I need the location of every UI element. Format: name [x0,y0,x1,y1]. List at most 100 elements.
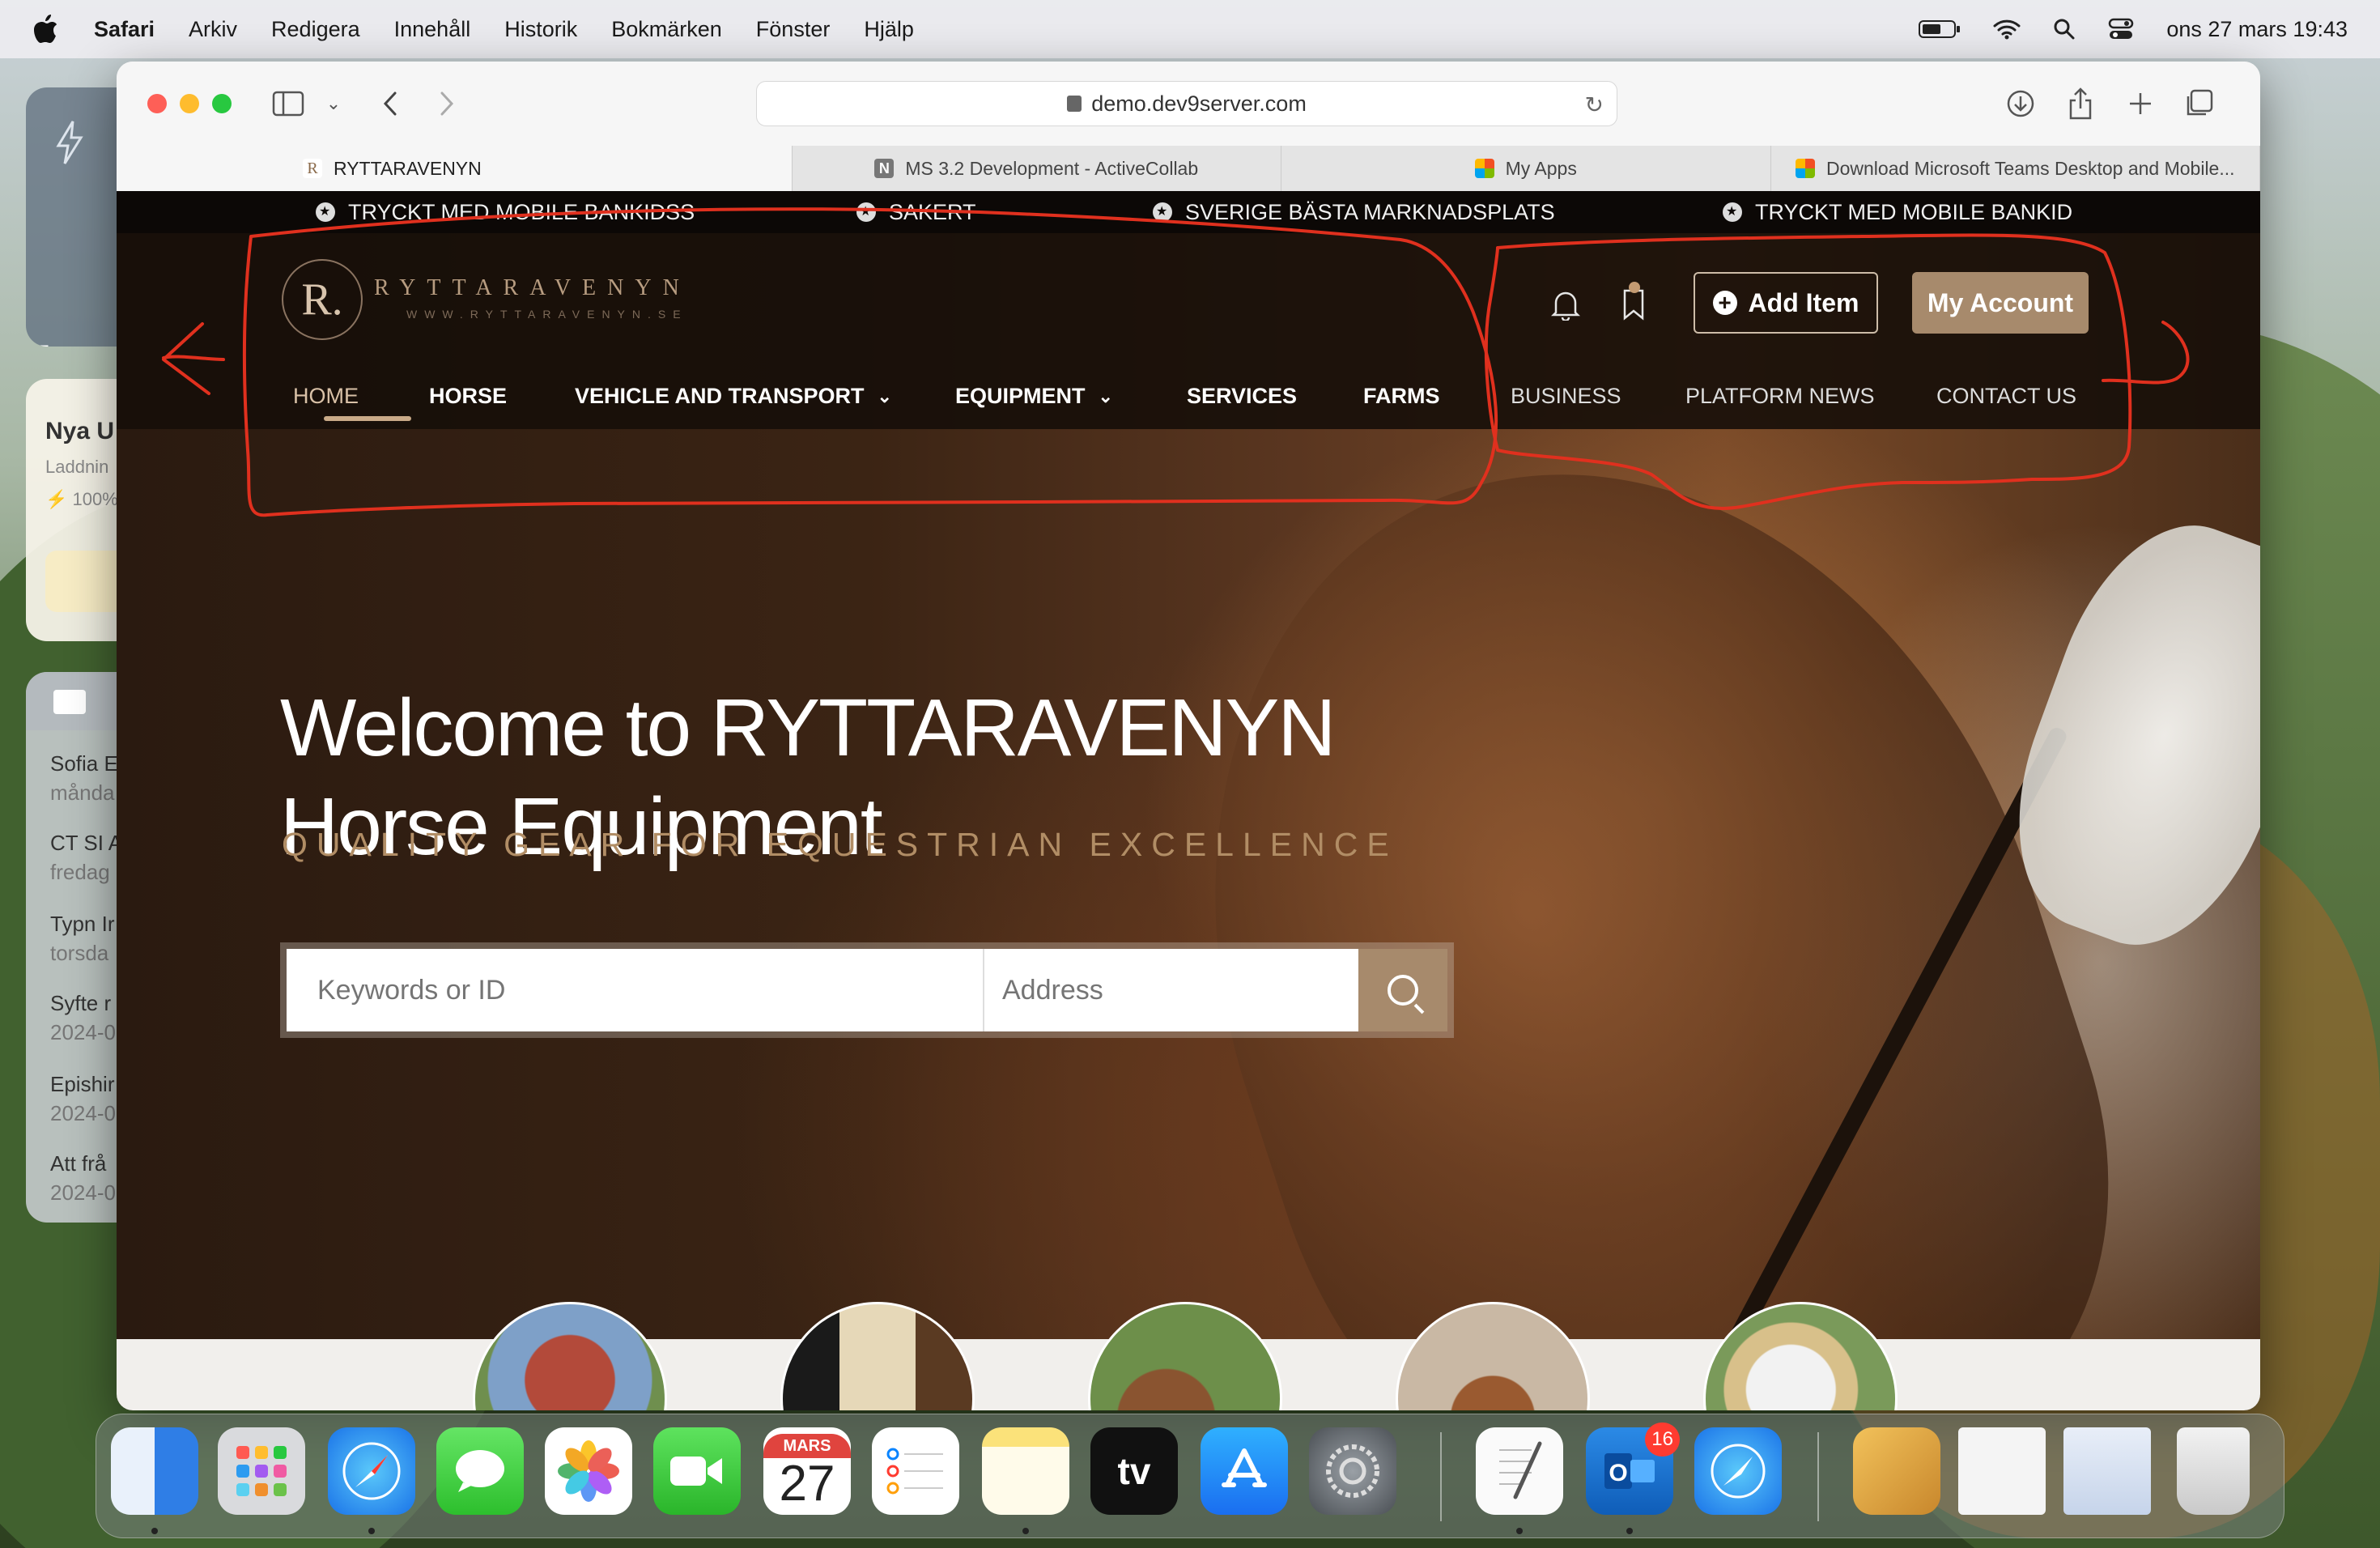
list-item[interactable]: Sofia E [50,751,118,776]
reminders-icon[interactable] [872,1427,959,1515]
nav-equipment[interactable]: EQUIPMENT ⌄ [955,384,1113,409]
list-item[interactable]: Att frå [50,1151,106,1176]
dock-separator [1440,1432,1442,1521]
list-item[interactable]: CT SI A [50,831,122,856]
menu-bar-clock[interactable]: ons 27 mars 19:43 [2166,17,2348,42]
app-store-icon[interactable] [1201,1427,1288,1515]
menu-hjalp[interactable]: Hjälp [864,17,914,42]
my-account-button[interactable]: My Account [1912,272,2089,334]
reload-icon[interactable]: ↻ [1585,91,1604,118]
tab-microsoft-teams[interactable]: Download Microsoft Teams Desktop and Mob… [1771,146,2260,191]
notification-bell-icon[interactable] [1548,285,1583,324]
menu-bokmarken[interactable]: Bokmärken [611,17,722,42]
star-badge-icon [1153,202,1172,222]
downloads-icon[interactable] [2003,86,2038,121]
wifi-icon[interactable] [1993,19,2021,40]
add-item-label: Add Item [1748,287,1859,317]
control-center-icon[interactable] [2108,18,2134,40]
menu-redigera[interactable]: Redigera [271,17,360,42]
announcement-strip: TRYCKT MED MOBILE BANKIDSS SAKERT SVERIG… [117,191,2260,233]
list-item-date: månda [50,780,115,805]
widget-title: Nya U [45,418,115,444]
spotlight-search-icon[interactable] [2053,18,2076,40]
tab-label: MS 3.2 Development - ActiveCollab [905,157,1199,179]
nav-services[interactable]: SERVICES [1187,384,1297,409]
messages-icon[interactable] [436,1427,524,1515]
notes-icon[interactable] [982,1427,1069,1534]
nav-farms[interactable]: FARMS [1363,384,1440,409]
list-item[interactable]: Typn Ir [50,912,114,937]
system-settings-icon[interactable] [1309,1427,1396,1515]
app-menu-safari[interactable]: Safari [94,17,155,42]
trash-icon[interactable] [2177,1427,2250,1515]
screenshot-icon[interactable] [2063,1427,2151,1515]
web-page: TRYCKT MED MOBILE BANKIDSS SAKERT SVERIG… [117,191,2260,1410]
menu-historik[interactable]: Historik [504,17,577,42]
nav-vehicle-and-transport[interactable]: VEHICLE AND TRANSPORT ⌄ [575,384,892,409]
ryttaravenyn-favicon-icon: R [303,159,322,178]
list-item-date: 2024-0 [50,1180,116,1205]
installer-icon[interactable] [1853,1427,1940,1515]
forward-arrow-icon[interactable] [429,86,465,121]
safari-technology-preview-icon[interactable] [1694,1427,1782,1515]
svg-text:O: O [1609,1460,1627,1486]
launchpad-icon[interactable] [218,1427,305,1515]
nav-home[interactable]: HOME [293,384,359,409]
search-button[interactable] [1358,949,1447,1031]
site-logo-name[interactable]: RYTTARAVENYN [374,275,691,301]
announcement-item: SVERIGE BÄSTA MARKNADSPLATS [1153,200,1555,225]
zoom-window-button[interactable] [212,94,232,113]
tab-label: My Apps [1505,157,1577,179]
outlook-icon[interactable]: O 16 [1586,1423,1680,1534]
textedit-icon[interactable] [1476,1427,1563,1534]
share-icon[interactable] [2063,86,2098,121]
list-item[interactable]: Syfte r [50,991,111,1016]
nav-contact-us[interactable]: CONTACT US [1936,384,2076,409]
microsoft-favicon-icon [1474,159,1494,178]
tab-overview-icon[interactable] [2181,86,2216,121]
calendar-icon[interactable]: MARS 27 [763,1427,851,1515]
minimize-window-button[interactable] [180,94,199,113]
dock-separator [1817,1432,1819,1521]
finder-icon[interactable] [111,1427,198,1534]
announcement-item: TRYCKT MED MOBILE BANKIDSS [316,200,695,225]
safari-window: ⌄ demo.dev9server.com ↻ R RYTTARAVENYN N… [117,62,2260,1410]
widget-subtitle: Laddnin [45,457,109,477]
nav-platform-news[interactable]: PLATFORM NEWS [1685,384,1875,409]
active-nav-underline [324,416,411,421]
sidebar-toggle-icon[interactable] [270,86,306,121]
site-logo-mark[interactable]: R. [282,259,363,340]
photos-icon[interactable] [545,1427,632,1515]
back-arrow-icon[interactable] [372,86,408,121]
nav-business[interactable]: BUSINESS [1511,384,1621,409]
search-form [280,942,1454,1038]
document-icon[interactable] [1958,1427,2046,1515]
safari-icon[interactable] [328,1427,415,1534]
new-tab-plus-icon[interactable] [2123,86,2158,121]
menu-fonster[interactable]: Fönster [756,17,831,42]
tab-my-apps[interactable]: My Apps [1281,146,1771,191]
search-icon [1388,975,1418,1006]
outlook-notification-badge: 16 [1645,1423,1680,1457]
menu-innehall[interactable]: Innehåll [394,17,471,42]
keywords-input[interactable] [287,949,983,1031]
address-input[interactable] [983,949,1358,1031]
list-item[interactable]: Epishir [50,1072,114,1097]
add-item-button[interactable]: + Add Item [1694,272,1878,334]
activecollab-favicon-icon: N [874,159,895,178]
facetime-icon[interactable] [653,1427,741,1515]
folder-icon [53,690,86,714]
battery-icon[interactable] [1919,19,1961,39]
address-bar[interactable]: demo.dev9server.com ↻ [756,81,1617,126]
tab-activecollab[interactable]: N MS 3.2 Development - ActiveCollab [793,146,1281,191]
menu-arkiv[interactable]: Arkiv [189,17,237,42]
plus-circle-icon: + [1712,291,1737,315]
apple-menu-icon[interactable] [32,15,58,44]
dock: MARS 27 tv O 16 [96,1414,2284,1538]
list-item-date: fredag [50,860,110,884]
nav-horse[interactable]: HORSE [429,384,507,409]
apple-tv-icon[interactable]: tv [1090,1427,1178,1515]
tab-ryttaravenyn[interactable]: R RYTTARAVENYN [117,146,793,191]
tab-group-chevron-down-icon[interactable]: ⌄ [316,86,351,121]
close-window-button[interactable] [147,94,167,113]
